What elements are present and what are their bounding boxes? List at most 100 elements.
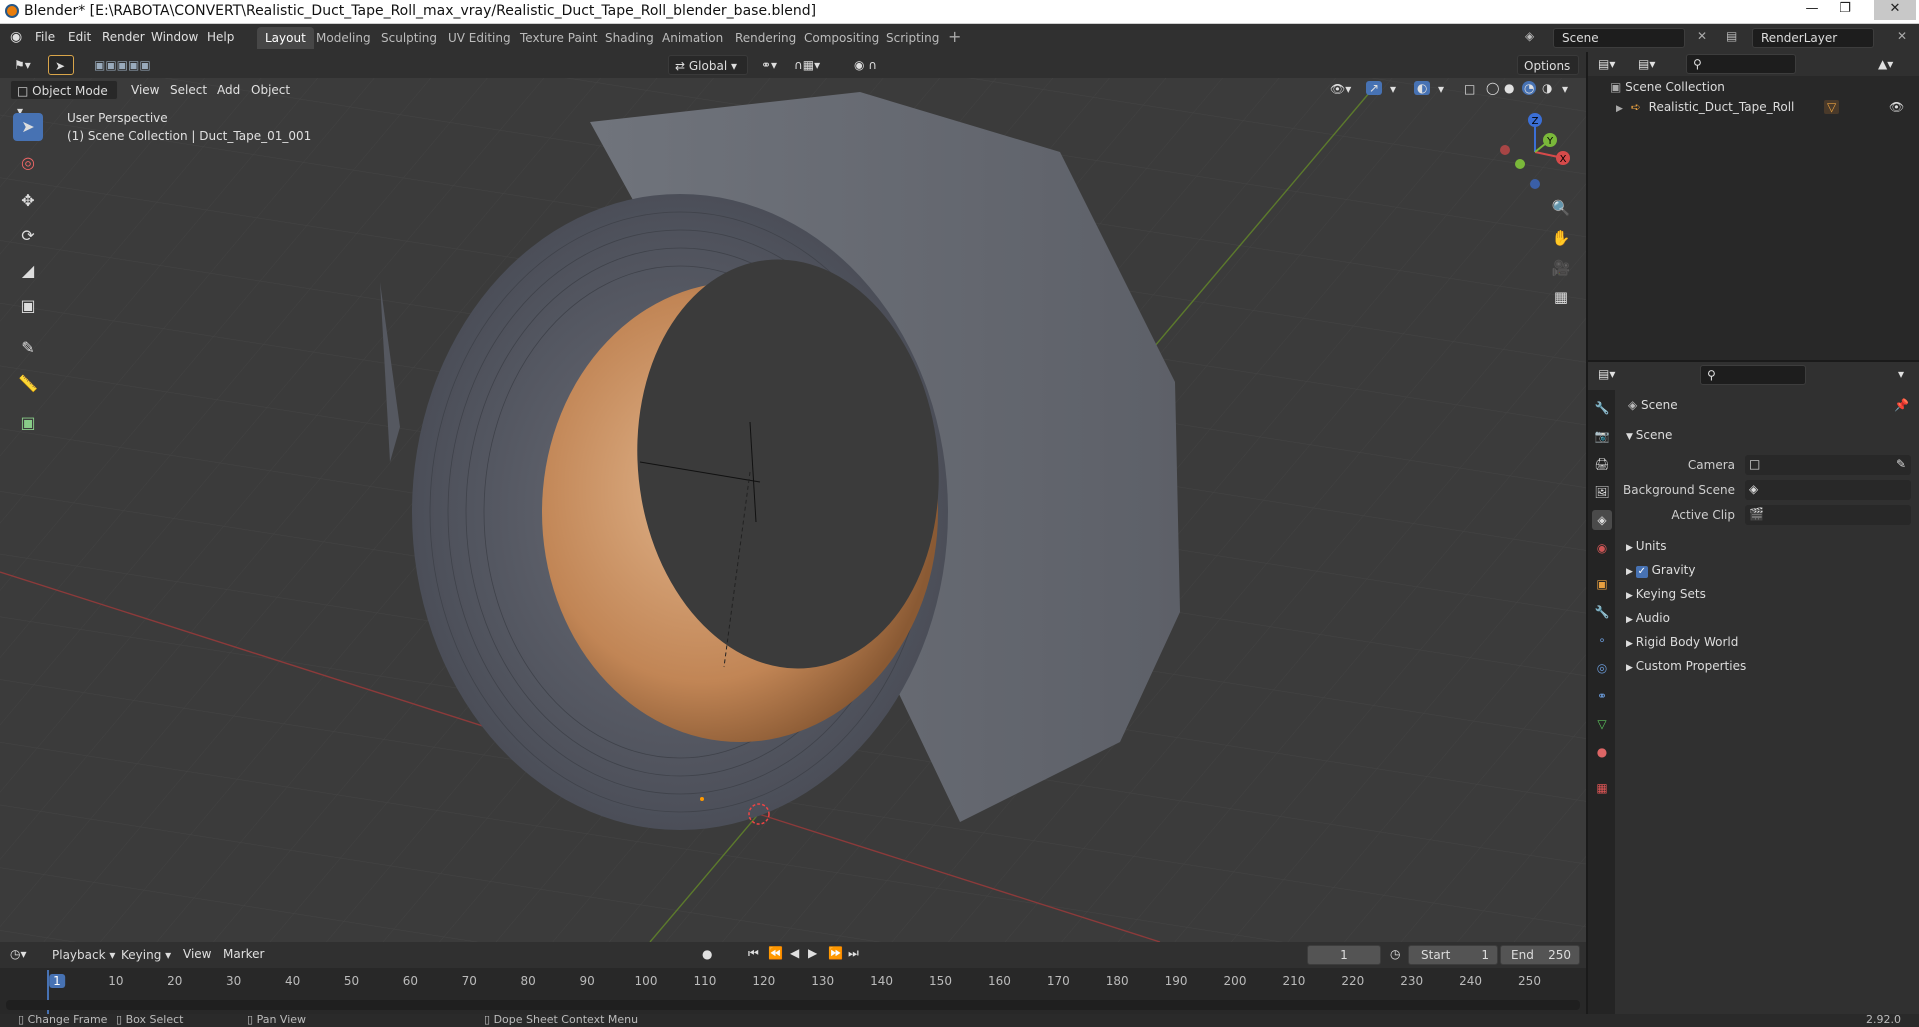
properties-options-icon[interactable]: ▾ xyxy=(1898,367,1904,381)
rotate-tool-icon[interactable]: ⟳ xyxy=(13,222,43,250)
navigation-gizmo[interactable]: Z X Y xyxy=(1495,112,1575,192)
play-reverse-icon[interactable]: ◀ xyxy=(790,946,799,960)
particles-tab-icon[interactable]: ∘ xyxy=(1592,630,1612,650)
ortho-grid-icon[interactable]: ▦ xyxy=(1548,284,1574,310)
camera-field[interactable]: □ ✎ xyxy=(1745,455,1911,475)
pin-icon[interactable]: 📌 xyxy=(1894,398,1909,412)
select-mode-icons[interactable]: ▣▣▣▣▣ xyxy=(88,55,157,75)
jump-start-icon[interactable]: ⏮ xyxy=(748,946,759,961)
menu-edit[interactable]: Edit xyxy=(68,30,91,44)
pivot-icon[interactable]: ⚭▾ xyxy=(755,55,783,75)
outliner-search-input[interactable]: ⚲ xyxy=(1686,54,1796,74)
tool-select-icon[interactable]: ➤ xyxy=(48,55,74,75)
texture-tab-icon[interactable]: ▦ xyxy=(1592,778,1612,798)
select-box-tool-icon[interactable]: ➤ xyxy=(13,113,43,141)
render-tab-icon[interactable]: 📷 xyxy=(1592,426,1612,446)
wireframe-shading-icon[interactable]: ◯ xyxy=(1486,81,1499,95)
filter-icon[interactable]: ▲▾ xyxy=(1878,57,1893,71)
scene-icon[interactable]: ◈ xyxy=(1525,29,1534,43)
options-dropdown[interactable]: Options ▾ xyxy=(1517,55,1579,93)
scale-tool-icon[interactable]: ◢ xyxy=(13,257,43,285)
world-tab-icon[interactable]: ◉ xyxy=(1592,538,1612,558)
mode-dropdown[interactable]: □ Object Mode ▾ xyxy=(10,80,118,118)
end-frame-field[interactable]: End 250 xyxy=(1500,945,1580,965)
expand-icon[interactable]: ▶ xyxy=(1616,104,1623,114)
scene-panel-header[interactable]: ▼ Scene xyxy=(1626,428,1672,442)
tab-scripting[interactable]: Scripting xyxy=(878,27,947,49)
rendered-shading-icon[interactable]: ◑ xyxy=(1542,81,1552,95)
transform-orientation-dropdown[interactable]: ⇄ Global ▾ xyxy=(668,55,748,75)
auto-keying-icon[interactable]: ● xyxy=(702,947,712,961)
physics-tab-icon[interactable]: ◎ xyxy=(1592,658,1612,678)
tab-shading[interactable]: Shading xyxy=(597,27,662,49)
render-layer-icon[interactable]: ▤ xyxy=(1726,29,1737,43)
xray-icon[interactable]: □ xyxy=(1464,82,1475,96)
viewport-scene[interactable] xyxy=(0,52,1586,942)
overlays-dropdown-icon[interactable]: ▾ xyxy=(1438,82,1444,96)
proportional-edit-icon[interactable]: ◉ ∩ xyxy=(848,55,883,75)
gizmo-neg-z-icon[interactable] xyxy=(1530,179,1540,189)
tab-rendering[interactable]: Rendering xyxy=(727,27,804,49)
object-tab-icon[interactable]: ▣ xyxy=(1592,574,1612,594)
render-layer-field[interactable]: RenderLayer xyxy=(1752,28,1874,48)
jump-end-icon[interactable]: ⏭ xyxy=(848,946,859,961)
active-clip-field[interactable]: 🎬 xyxy=(1745,505,1911,525)
gravity-checkbox[interactable]: ✓ xyxy=(1635,566,1648,578)
menu-add[interactable]: Add xyxy=(217,83,240,97)
maximize-button[interactable]: ❐ xyxy=(1830,0,1860,20)
keying-menu[interactable]: Keying ▾ xyxy=(115,945,177,965)
data-tab-icon[interactable]: ▽ xyxy=(1592,714,1612,734)
move-tool-icon[interactable]: ✥ xyxy=(13,187,43,215)
timeline-view-menu[interactable]: View xyxy=(183,947,211,961)
gizmo-neg-x-icon[interactable] xyxy=(1500,145,1510,155)
material-shading-icon[interactable]: ◔ xyxy=(1522,81,1537,95)
cursor-tool-icon[interactable]: ◎ xyxy=(13,149,43,177)
menu-render[interactable]: Render xyxy=(102,30,145,44)
timeline-scrollbar[interactable] xyxy=(6,1000,1580,1010)
use-preview-range-icon[interactable]: ◷ xyxy=(1390,947,1400,961)
current-frame-field[interactable]: 1 xyxy=(1307,945,1381,965)
modifier-tab-icon[interactable]: 🔧 xyxy=(1592,602,1612,622)
tab-texture-paint[interactable]: Texture Paint xyxy=(512,27,605,49)
zoom-icon[interactable]: 🔍 xyxy=(1548,195,1574,221)
tool-tab-icon[interactable]: 🔧 xyxy=(1592,398,1612,418)
properties-search-input[interactable]: ⚲ xyxy=(1700,365,1806,385)
close-render-layer-icon[interactable]: ✕ xyxy=(1897,29,1907,43)
visibility-icon[interactable]: 👁▾ xyxy=(1330,82,1351,96)
background-scene-field[interactable]: ◈ xyxy=(1745,480,1911,500)
playback-menu[interactable]: Playback ▾ xyxy=(46,945,121,965)
overlays-icon[interactable]: ◐ xyxy=(1414,81,1431,95)
constraints-tab-icon[interactable]: ⚭ xyxy=(1592,686,1612,706)
outliner-item[interactable]: ▶ ➪ Realistic_Duct_Tape_Roll ▽ 👁 xyxy=(1616,100,1916,118)
gizmo-dropdown-icon[interactable]: ▾ xyxy=(1390,82,1396,96)
tab-animation[interactable]: Animation xyxy=(654,27,731,49)
rigid-body-world-panel[interactable]: ▶ Rigid Body World xyxy=(1626,635,1738,649)
display-mode-icon[interactable]: ▤▾ xyxy=(1638,57,1655,71)
tab-sculpting[interactable]: Sculpting xyxy=(373,27,445,49)
tab-compositing[interactable]: Compositing xyxy=(796,27,887,49)
gizmo-neg-y-icon[interactable] xyxy=(1515,159,1525,169)
tab-layout[interactable]: Layout xyxy=(257,27,314,49)
tab-modeling[interactable]: Modeling xyxy=(308,27,379,49)
menu-window[interactable]: Window xyxy=(151,30,198,44)
prev-keyframe-icon[interactable]: ⏪ xyxy=(768,946,783,960)
transform-tool-icon[interactable]: ▣ xyxy=(13,292,43,320)
menu-file[interactable]: File xyxy=(35,30,55,44)
menu-view[interactable]: View xyxy=(131,83,159,97)
tab-uv-editing[interactable]: UV Editing xyxy=(440,27,519,49)
timeline-editor-type-icon[interactable]: ◷▾ xyxy=(10,947,27,961)
keying-sets-panel[interactable]: ▶ Keying Sets xyxy=(1626,587,1706,601)
gravity-panel[interactable]: ▶ ✓ Gravity xyxy=(1626,563,1695,578)
eyedropper-icon[interactable]: ✎ xyxy=(1896,457,1906,471)
3d-viewport[interactable]: ⚑▾ ➤ ▣▣▣▣▣ ⇄ Global ▾ ⚭▾ ∩▦▾ ◉ ∩ Options… xyxy=(0,52,1586,942)
units-panel[interactable]: ▶ Units xyxy=(1626,539,1666,553)
editor-type-icon[interactable]: ⚑▾ xyxy=(8,55,37,75)
start-frame-field[interactable]: Start 1 xyxy=(1408,945,1498,965)
visibility-eye-icon[interactable]: 👁 xyxy=(1889,100,1904,114)
measure-tool-icon[interactable]: 📏 xyxy=(13,370,43,398)
marker-menu[interactable]: Marker xyxy=(223,947,264,961)
snap-icon[interactable]: ∩▦▾ xyxy=(788,55,826,75)
outliner-editor-type-icon[interactable]: ▤▾ xyxy=(1598,57,1615,71)
menu-object[interactable]: Object xyxy=(251,83,290,97)
blender-menu-icon[interactable]: ◉ xyxy=(10,29,22,45)
